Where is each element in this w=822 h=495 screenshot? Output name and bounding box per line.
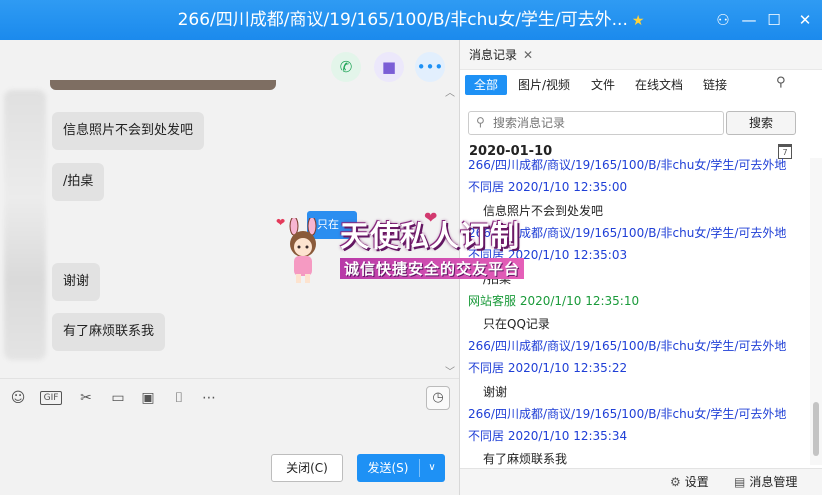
history-sender-official: 网站客服 2020/1/10 12:35:10 — [468, 294, 640, 308]
message-bubble[interactable]: 信息照片不会到处发吧 — [52, 112, 205, 150]
image-message-thumbnail[interactable] — [50, 80, 276, 90]
image-icon[interactable]: ▣ — [138, 388, 158, 408]
window-title-text: 266/四川成都/商议/19/165/100/B/非chu女/学生/可去外... — [177, 10, 628, 30]
history-scrollbar[interactable] — [810, 158, 822, 465]
message-bubble[interactable]: 有了麻烦联系我 — [52, 313, 166, 351]
history-tab-header: 消息记录 ✕ — [460, 40, 822, 70]
filter-tab-links[interactable]: 链接 — [703, 75, 727, 95]
message-history-clock-icon[interactable]: ◷ — [426, 386, 450, 410]
search-icon: ⚲ — [476, 115, 485, 129]
more-tools-icon[interactable]: ⋯ — [199, 388, 219, 408]
history-message[interactable]: 谢谢 — [483, 383, 507, 400]
blurred-avatar-column — [4, 90, 46, 360]
filter-tab-online-docs[interactable]: 在线文档 — [635, 75, 683, 95]
scroll-up-arrow-icon[interactable]: ︿ — [445, 84, 455, 99]
message-manager-button[interactable]: ▤ 消息管理 — [734, 469, 797, 495]
message-manager-icon: ▤ — [734, 475, 746, 489]
gif-icon[interactable]: GIF — [40, 391, 62, 405]
history-tab-title[interactable]: 消息记录 — [469, 40, 517, 70]
message-manager-label: 消息管理 — [749, 475, 798, 489]
maximize-button[interactable]: ☐ — [762, 8, 786, 32]
history-sender-time: 不同居 2020/1/10 12:35:00 — [468, 180, 628, 194]
window-title: 266/四川成都/商议/19/165/100/B/非chu女/学生/可去外...… — [0, 0, 822, 40]
video-call-icon[interactable]: ■ — [374, 52, 404, 82]
settings-label: 设置 — [684, 475, 709, 489]
shake-window-icon[interactable]: ⌷ — [169, 388, 189, 408]
history-scrollbar-thumb[interactable] — [813, 402, 819, 456]
skin-button[interactable]: ⚇ — [711, 8, 735, 32]
history-search-box[interactable]: ⚲ — [468, 111, 724, 135]
message-bubble[interactable]: 谢谢 — [52, 263, 101, 301]
history-message[interactable]: 只在QQ记录 — [483, 315, 550, 332]
input-toolbar: ☺ GIF ✂ ▭ ▣ ⌷ ⋯ ◷ — [0, 378, 459, 416]
send-label[interactable]: 发送(S) — [357, 454, 419, 482]
close-window-button[interactable]: ✕ — [793, 8, 817, 32]
screenshot-scissors-icon[interactable]: ✂ — [76, 388, 96, 408]
send-separator — [419, 459, 420, 477]
filter-tab-files[interactable]: 文件 — [591, 75, 615, 95]
send-button[interactable]: 发送(S) ∨ — [357, 454, 445, 482]
send-options-chevron-icon[interactable]: ∨ — [423, 454, 441, 482]
message-bubble[interactable]: /拍桌 — [52, 163, 105, 201]
filter-funnel-icon[interactable]: ⚲ — [776, 75, 786, 90]
history-sender-time: 不同居 2020/1/10 12:35:22 — [468, 361, 628, 375]
filter-tab-all[interactable]: 全部 — [465, 75, 508, 95]
title-bar: 266/四川成都/商议/19/165/100/B/非chu女/学生/可去外...… — [0, 0, 822, 40]
gear-icon: ⚙ — [670, 475, 681, 489]
overlay-title: 天使私人订制 — [340, 219, 521, 253]
minimize-button[interactable]: — — [737, 8, 761, 32]
filter-tab-images-videos[interactable]: 图片/视频 — [518, 75, 570, 95]
more-options-icon[interactable]: ••• — [415, 52, 445, 82]
history-message[interactable]: 有了麻烦联系我 — [483, 450, 567, 465]
overlay-subtitle: 诚信快捷安全的交友平台 — [340, 258, 525, 279]
close-chat-button[interactable]: 关闭(C) — [271, 454, 343, 482]
voice-call-icon[interactable]: ✆ — [331, 52, 361, 82]
history-sender: 266/四川成都/商议/19/165/100/B/非chu女/学生/可去外地 — [468, 339, 787, 353]
emoji-icon[interactable]: ☺ — [8, 388, 28, 408]
history-bottom-bar: ⚙ 设置 ▤ 消息管理 — [460, 468, 822, 495]
history-sender: 266/四川成都/商议/19/165/100/B/非chu女/学生/可去外地 — [468, 407, 787, 421]
scroll-down-arrow-icon[interactable]: ﹀ — [445, 363, 455, 378]
history-search-button[interactable]: 搜索 — [726, 111, 796, 135]
folder-icon[interactable]: ▭ — [108, 388, 128, 408]
message-input-area[interactable]: 关闭(C) 发送(S) ∨ — [0, 416, 459, 495]
history-search-input[interactable] — [493, 114, 718, 132]
history-sender-time: 不同居 2020/1/10 12:35:34 — [468, 429, 628, 443]
settings-button[interactable]: ⚙ 设置 — [670, 469, 709, 495]
history-log[interactable]: 266/四川成都/商议/19/165/100/B/非chu女/学生/可去外地 不… — [460, 158, 810, 465]
vip-badge-icon: ★ — [631, 13, 645, 29]
calendar-icon[interactable]: 7 — [778, 144, 792, 159]
promo-watermark-overlay: 只在 ❤ ❤ 天使私人订制 诚信快捷安全的交友平台 — [274, 206, 556, 286]
close-tab-icon[interactable]: ✕ — [523, 40, 533, 70]
cartoon-girl-icon — [289, 218, 317, 283]
history-date-label: 2020-01-10 — [469, 144, 553, 159]
history-sender: 266/四川成都/商议/19/165/100/B/非chu女/学生/可去外地 — [468, 158, 787, 172]
